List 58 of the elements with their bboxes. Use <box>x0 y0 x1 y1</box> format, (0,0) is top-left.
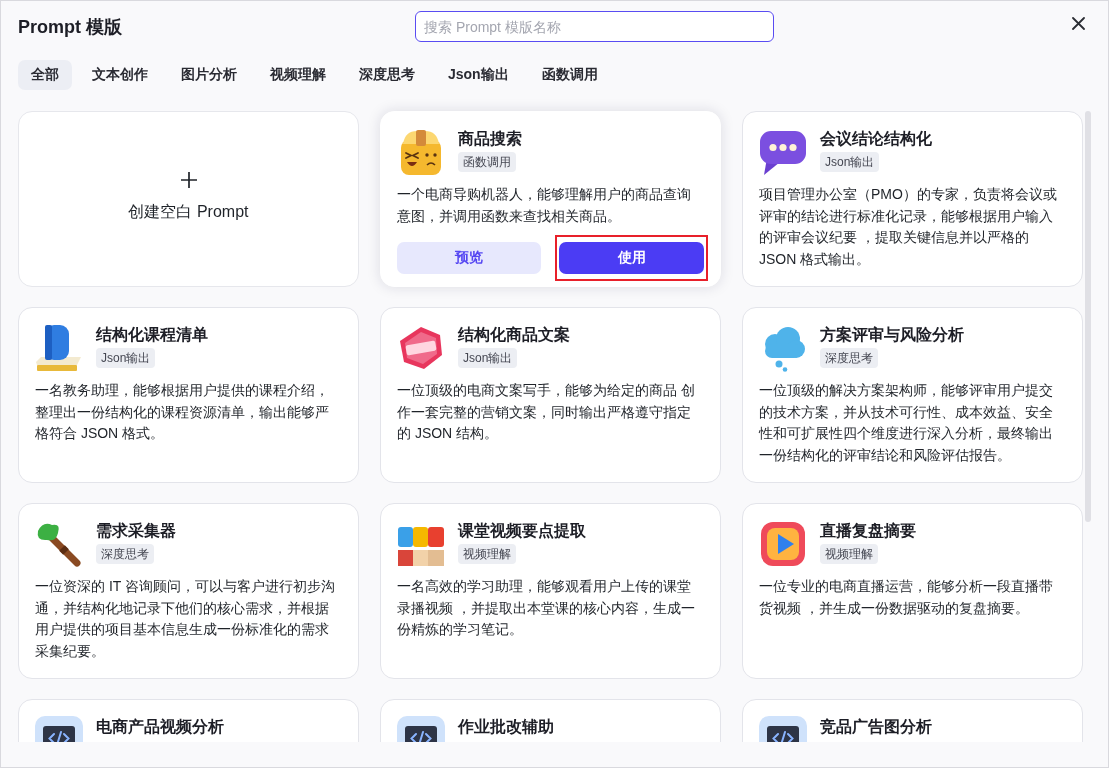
card-title: 竞品广告图分析 <box>820 717 932 737</box>
scrollbar-thumb[interactable] <box>1085 111 1091 522</box>
close-button[interactable] <box>1072 17 1085 30</box>
card-description: 一位资深的 IT 咨询顾问，可以与客户进行初步沟通，并结构化地记录下他们的核心需求，并根据用户提供的项目基本信息生成一份标准化的需求采集纪要。 <box>35 577 336 662</box>
category-tag: 深度思考 <box>820 348 878 368</box>
card-description: 一名教务助理，能够根据用户提供的课程介绍，整理出一份结构化的课程资源清单，输出能够严格符合 JSON 格式。 <box>35 381 330 444</box>
card-description: 项目管理办公室（PMO）的专家，负责将会议或评审的结论进行标准化记录，能够根据用户输入的评审会议纪要 ，提取关键信息并以严格的 JSON 格式输出。 <box>759 185 1058 270</box>
category-tag: 深度思考 <box>96 544 154 564</box>
category-tag: 视频理解 <box>458 544 516 564</box>
card-description: 一名高效的学习助理，能够观看用户上传的课堂录播视频 ，并提取出本堂课的核心内容，生成一份精炼的学习笔记。 <box>397 577 696 640</box>
book-icon <box>35 324 83 372</box>
card-title: 结构化商品文案 <box>458 325 570 345</box>
card-description: 一位顶级的电商文案写手，能够为给定的商品 创作一套完整的营销文案，同时输出严格遵守指定的 JSON 结构。 <box>397 381 696 444</box>
filter-tab[interactable]: 深度思考 <box>346 60 428 90</box>
card-title: 电商产品视频分析 <box>96 717 224 737</box>
card-title: 需求采集器 <box>96 521 176 541</box>
filter-tab[interactable]: 全部 <box>18 60 72 90</box>
category-tag: Json输出 <box>820 152 880 172</box>
card-title: 作业批改辅助 <box>458 717 554 737</box>
card-description: 一位专业的电商直播运营，能够分析一段直播带货视频 ，并生成一份数据驱动的复盘摘要。 <box>759 577 1054 618</box>
search-field[interactable]: 搜索 Prompt 模版名称 <box>415 11 774 42</box>
filter-tab[interactable]: 视频理解 <box>257 60 339 90</box>
chat-bubble-icon <box>759 128 807 176</box>
template-card[interactable]: 作业批改辅助 <box>380 699 721 742</box>
template-card[interactable]: 结构化课程清单 Json输出 一名教务助理，能够根据用户提供的课程介绍，整理出一份结构化的课程资源清单，输出能够严格符合 JSON 格式。 <box>18 307 359 483</box>
card-title: 方案评审与风险分析 <box>820 325 964 345</box>
template-card[interactable]: 课堂视频要点提取 视频理解 一名高效的学习助理，能够观看用户上传的课堂录播视频 ，并提取出本堂课的核心内容，生成一份精炼的学习笔记。 <box>380 503 721 679</box>
category-tag: Json输出 <box>96 348 156 368</box>
template-card[interactable]: 需求采集器 深度思考 一位资深的 IT 咨询顾问，可以与客户进行初步沟通，并结构化地记录下他们的核心需求，并根据用户提供的项目基本信息生成一份标准化的需求采集纪要。 <box>18 503 359 679</box>
tag-icon <box>397 324 445 372</box>
card-description: 一位顶级的解决方案架构师，能够评审用户提交的技术方案，并从技术可行性、成本效益、安全性和可扩展性四个维度进行深入分析，最终输出一份结构化的评审结论和风险评估报告。 <box>759 381 1054 466</box>
filter-tab[interactable]: 函数调用 <box>528 60 611 90</box>
dialog-title: Prompt 模版 <box>18 15 123 39</box>
card-title: 课堂视频要点提取 <box>458 521 586 541</box>
template-card[interactable]: 方案评审与风险分析 深度思考 一位顶级的解决方案架构师，能够评审用户提交的技术方案，并从技术可行性、成本效益、安全性和可扩展性四个维度进行深入分析，最终输出一份结构化的评审结论和风险评估报告。 <box>742 307 1083 483</box>
template-card[interactable]: 会议结论结构化 Json输出 项目管理办公室（PMO）的专家，负责将会议或评审的结论进行标准化记录，能够根据用户输入的评审会议纪要 ，提取关键信息并以严格的 JSON 格式输出。 <box>742 111 1083 287</box>
card-title: 直播复盘摘要 <box>820 521 916 541</box>
preview-button[interactable]: 预览 <box>397 242 541 274</box>
template-card[interactable]: 结构化商品文案 Json输出 一位顶级的电商文案写手，能够为给定的商品 创作一套完整的营销文案，同时输出严格遵守指定的 JSON 结构。 <box>380 307 721 483</box>
filter-tab[interactable]: 图片分析 <box>168 60 250 90</box>
play-icon <box>759 520 807 568</box>
filter-tab[interactable]: Json输出 <box>435 60 522 90</box>
template-card[interactable]: 竞品广告图分析 <box>742 699 1083 742</box>
card-title: 会议结论结构化 <box>820 129 932 149</box>
template-card[interactable]: 直播复盘摘要 视频理解 一位专业的电商直播运营，能够分析一段直播带货视频 ，并生成一份数据驱动的复盘摘要。 <box>742 503 1083 679</box>
category-tag: Json输出 <box>458 348 518 368</box>
filter-tab[interactable]: 文本创作 <box>79 60 161 90</box>
template-card[interactable]: 电商产品视频分析 <box>18 699 359 742</box>
card-description: 一个电商导购机器人，能够理解用户的商品查询意图，并调用函数来查找相关商品。 <box>397 185 692 226</box>
card-title: 结构化课程清单 <box>96 325 208 345</box>
create-prompt-card[interactable]: 创建空白 Prompt <box>18 111 359 287</box>
template-card[interactable]: 商品搜索 函数调用 一个电商导购机器人，能够理解用户的商品查询意图，并调用函数来查找相关商品。 预览 使用 <box>380 111 721 287</box>
category-tag: 函数调用 <box>458 152 516 172</box>
plus-icon <box>179 171 198 189</box>
category-tag: 视频理解 <box>820 544 878 564</box>
card-title: 商品搜索 <box>458 129 522 149</box>
close-icon <box>1072 17 1085 30</box>
use-button[interactable]: 使用 <box>559 242 704 274</box>
